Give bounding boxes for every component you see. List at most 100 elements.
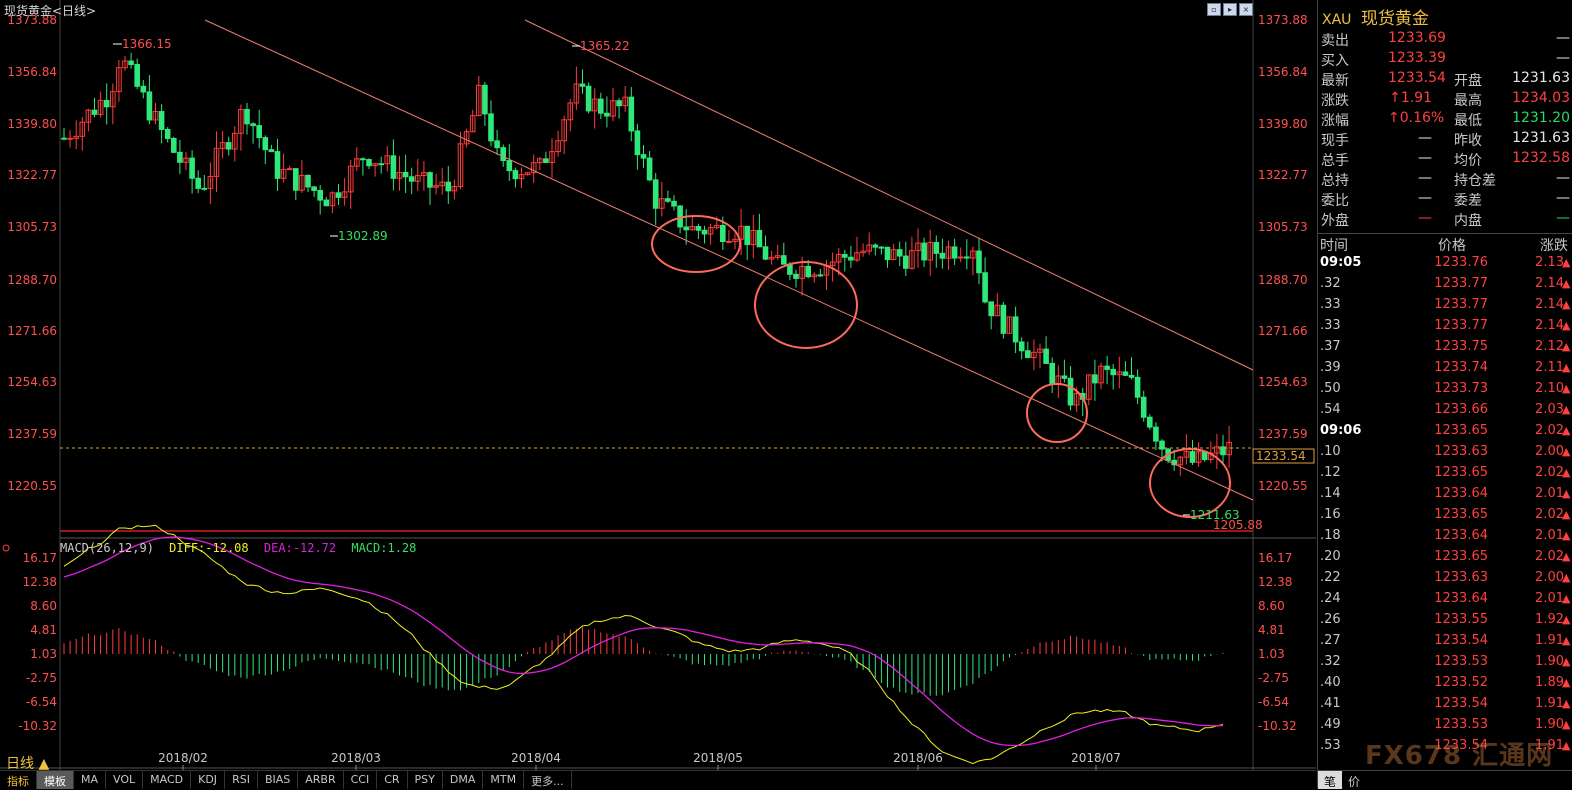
tick-time: .33 [1320,297,1341,312]
tick-time: .39 [1320,360,1341,375]
symbol-name: 现货黄金 [1360,9,1429,29]
candle-body [323,199,330,207]
up-arrow-icon: ▲ [1562,550,1571,563]
candle-body [1140,396,1147,418]
candle-body [817,274,824,277]
indicator-tab[interactable]: VOL [106,771,144,789]
tick-price: 1233.77 [1434,318,1488,333]
candle-body [427,172,433,188]
quote-row: 外盘 — 内盘 — [1318,210,1572,230]
tick-price: 1233.77 [1434,276,1488,291]
candle-body [903,255,909,269]
tick-row: .26 1233.55 1.92 ▲ [1318,612,1572,633]
up-arrow-icon: ▲ [1562,508,1571,521]
tick-price: 1233.75 [1434,339,1488,354]
price-axis-label-right: 1373.88 [1258,13,1308,27]
tick-price: 1233.65 [1434,423,1488,438]
indicator-tab[interactable]: RSI [225,771,258,789]
tick-price: 1233.76 [1434,255,1488,270]
candle-body [921,242,927,261]
candle-body [1092,374,1098,384]
macd-axis-label-left: 1.03 [30,647,57,661]
quote-label: 总手 [1321,153,1349,169]
macd-histogram [63,627,1224,696]
quote-label-2: 内盘 [1454,213,1482,229]
indicator-tab[interactable]: KDJ [191,771,226,789]
macd-axis-label-left: -2.75 [26,671,57,685]
price-axis-label-right: 1271.66 [1258,324,1308,338]
indicator-tab[interactable]: ARBR [298,771,344,789]
tick-row: .18 1233.64 2.01 ▲ [1318,528,1572,549]
tick-price: 1233.55 [1434,612,1488,627]
candle-body [781,255,787,265]
up-arrow-icon: ▲ [1562,382,1571,395]
tick-time: .18 [1320,528,1341,543]
indicator-tab[interactable]: 模板 [37,771,74,789]
candle-body [933,241,940,254]
macd-axis-label-right: -6.54 [1258,695,1289,709]
quote-label: 涨跌 [1321,93,1349,109]
candle-body [201,187,208,190]
macd-diff: DIFF:-12.08 [169,541,249,555]
quote-value-2: 1232.58 [1512,150,1570,166]
quote-header: XAU 现货黄金 [1322,4,1429,29]
tick-price: 1233.64 [1434,528,1488,543]
indicator-tab[interactable]: BIAS [258,771,299,789]
candle-body [1018,341,1025,352]
indicator-tab[interactable]: DMA [443,771,484,789]
up-arrow-icon: ▲ [1562,361,1571,374]
candle-body [390,155,397,179]
candle-body [482,84,488,115]
tick-change: 2.02 [1535,507,1564,522]
tick-change: 2.00 [1535,570,1564,585]
indicator-tab[interactable]: MTM [483,771,525,789]
indicator-tab[interactable]: CCI [344,771,378,789]
tick-price: 1233.63 [1434,444,1488,459]
indicator-tab[interactable]: 更多... [524,771,572,789]
candle-body [293,168,299,191]
candlestick-chart[interactable]: 1373.88 1373.881356.84 1356.841339.80 1339.… [0,0,1316,770]
restore-icon[interactable]: ▫ [1207,3,1221,16]
up-arrow-icon: ▲ [1562,466,1571,479]
macd-axis-label-right: 16.17 [1258,551,1292,565]
candle-body [268,149,275,153]
quote-value: — [1418,210,1432,226]
indicator-tab[interactable]: 指标 [0,771,37,789]
tick-row: .39 1233.74 2.11 ▲ [1318,360,1572,381]
candle-body [1134,376,1141,398]
tick-change: 2.01 [1535,486,1564,501]
candle-body [512,170,519,180]
candle-body [756,229,763,248]
macd-axis-label-left: 12.38 [23,575,57,589]
tick-header: 时间 价格 涨跌 [1318,233,1572,254]
indicator-tab[interactable]: PSY [408,771,443,789]
tick-row: .16 1233.65 2.02 ▲ [1318,507,1572,528]
tick-change: 2.10 [1535,381,1564,396]
indicator-tab[interactable]: MA [74,771,107,789]
tab-trades[interactable]: 笔 [1318,771,1343,789]
tick-price: 1233.53 [1434,717,1488,732]
tick-price: 1233.65 [1434,549,1488,564]
close-icon[interactable]: × [1239,3,1253,16]
annotation-circle [1026,383,1088,443]
tick-price: 1233.73 [1434,381,1488,396]
up-arrow-icon: ▲ [1562,529,1571,542]
indicator-tab[interactable]: MACD [143,771,192,789]
expand-icon[interactable]: ▸ [1223,3,1237,16]
tick-change: 2.01 [1535,528,1564,543]
up-arrow-icon: ▲ [1562,676,1571,689]
indicator-tab[interactable]: CR [377,771,408,789]
tick-change: 2.14 [1535,276,1564,291]
candle-body [671,200,677,207]
x-axis-label: 2018/02 [158,751,208,765]
candle-body [683,226,690,231]
candle-body [616,100,622,107]
tick-time: .20 [1320,549,1341,564]
macd-axis-label-right: -10.32 [1258,719,1297,733]
tab-price[interactable]: 价 [1342,771,1366,789]
trend-line-upper [524,19,1254,371]
tick-change: 1.92 [1535,612,1564,627]
quote-value: — [1418,190,1432,206]
candle-body [646,157,653,181]
tick-price: 1233.54 [1434,696,1488,711]
